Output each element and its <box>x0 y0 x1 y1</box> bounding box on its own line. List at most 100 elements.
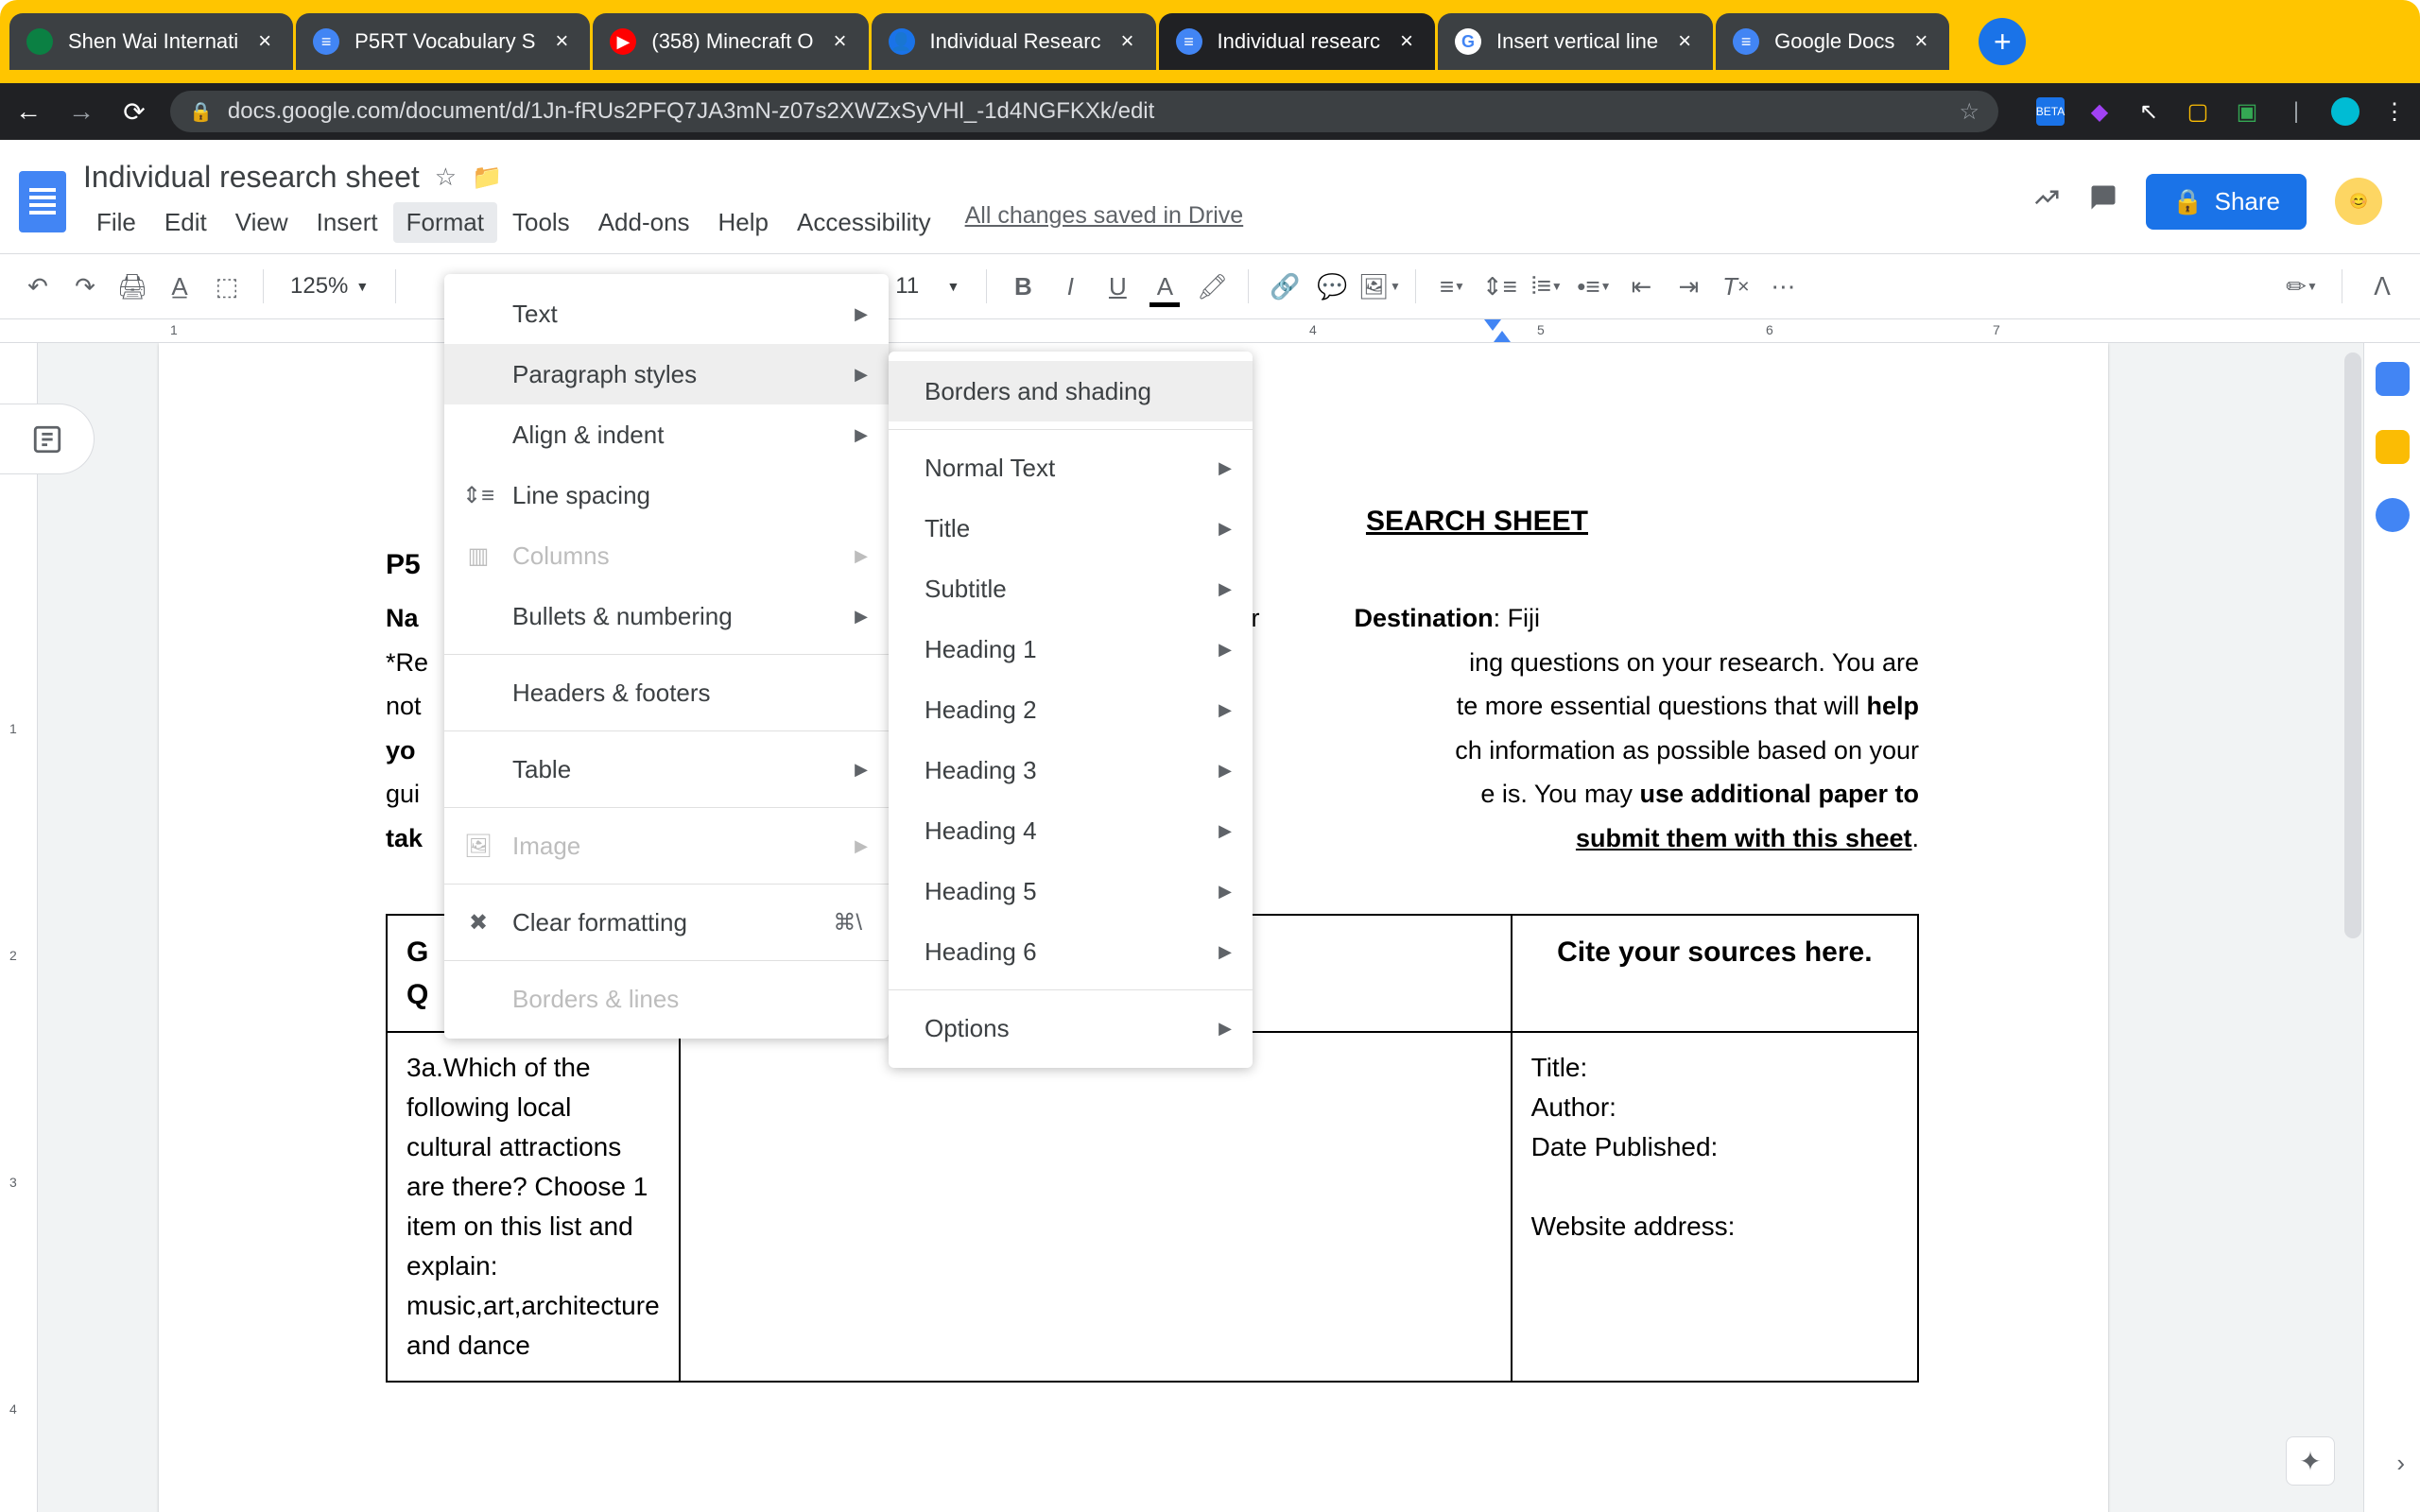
style-subtitle[interactable]: Subtitle▶ <box>889 558 1253 619</box>
profile-avatar[interactable] <box>2331 97 2360 126</box>
indent-increase-button[interactable]: ⇥ <box>1669 267 1707 305</box>
indent-marker-first[interactable] <box>1484 319 1501 331</box>
format-align-indent[interactable]: Align & indent▶ <box>444 404 889 465</box>
activity-icon[interactable] <box>2032 183 2061 219</box>
paint-format-button[interactable]: ⬚ <box>208 267 246 305</box>
indent-decrease-button[interactable]: ⇤ <box>1622 267 1660 305</box>
explore-button[interactable]: ✦ <box>2286 1436 2335 1486</box>
bold-button[interactable]: B <box>1004 267 1042 305</box>
close-icon[interactable]: × <box>1910 30 1932 53</box>
style-heading-2[interactable]: Heading 2▶ <box>889 679 1253 740</box>
format-columns[interactable]: ▥Columns▶ <box>444 525 889 586</box>
collapse-button[interactable]: ᐱ <box>2363 267 2401 305</box>
outline-toggle[interactable] <box>0 404 95 474</box>
more-button[interactable]: ⋯ <box>1764 267 1802 305</box>
close-icon[interactable]: × <box>1116 30 1139 53</box>
style-title[interactable]: Title▶ <box>889 498 1253 558</box>
style-heading-5[interactable]: Heading 5▶ <box>889 861 1253 921</box>
close-icon[interactable]: × <box>1673 30 1696 53</box>
tab-insert-vertical[interactable]: G Insert vertical line × <box>1438 13 1713 70</box>
tab-individual-research[interactable]: 👤 Individual Researc × <box>872 13 1156 70</box>
document-title[interactable]: Individual research sheet <box>83 160 420 195</box>
menu-accessibility[interactable]: Accessibility <box>784 202 944 243</box>
keep-icon[interactable] <box>2376 430 2410 464</box>
calendar-icon[interactable] <box>2376 362 2410 396</box>
menu-insert[interactable]: Insert <box>303 202 391 243</box>
extension-icon-2[interactable]: ▢ <box>2184 97 2212 126</box>
menu-icon[interactable]: ⋮ <box>2380 97 2409 126</box>
comments-icon[interactable] <box>2089 183 2118 219</box>
tab-youtube[interactable]: ▶ (358) Minecraft O × <box>593 13 868 70</box>
tab-p5rt[interactable]: ≡ P5RT Vocabulary S × <box>296 13 590 70</box>
account-avatar[interactable]: 😊 <box>2335 178 2382 225</box>
save-status[interactable]: All changes saved in Drive <box>965 202 1244 243</box>
menu-format[interactable]: Format <box>393 202 497 243</box>
underline-button[interactable]: U <box>1098 267 1136 305</box>
extension-icon-1[interactable]: ◆ <box>2085 97 2114 126</box>
extension-icon-3[interactable]: ▣ <box>2233 97 2261 126</box>
menu-tools[interactable]: Tools <box>499 202 583 243</box>
spellcheck-button[interactable]: A̲ <box>161 267 199 305</box>
tab-individual-research-doc[interactable]: ≡ Individual researc × <box>1159 13 1435 70</box>
style-heading-6[interactable]: Heading 6▶ <box>889 921 1253 982</box>
format-clear-formatting[interactable]: ✖Clear formatting⌘\ <box>444 892 889 953</box>
share-button[interactable]: 🔒 Share <box>2146 174 2307 230</box>
italic-button[interactable]: I <box>1051 267 1089 305</box>
close-icon[interactable]: × <box>1395 30 1418 53</box>
bulleted-list-button[interactable]: •≡ ▼ <box>1575 267 1613 305</box>
indent-marker-left[interactable] <box>1494 331 1511 342</box>
url-field[interactable]: 🔒 docs.google.com/document/d/1Jn-fRUs2PF… <box>170 91 1998 132</box>
format-line-spacing[interactable]: ⇕≡Line spacing <box>444 465 889 525</box>
format-headers-footers[interactable]: Headers & footers <box>444 662 889 723</box>
vertical-scrollbar[interactable] <box>2344 352 2361 938</box>
style-heading-4[interactable]: Heading 4▶ <box>889 800 1253 861</box>
image-button[interactable]: 🖼 ▼ <box>1360 267 1398 305</box>
new-tab-button[interactable]: + <box>1979 18 2026 65</box>
back-button[interactable]: ← <box>11 94 45 129</box>
comment-button[interactable]: 💬 <box>1313 267 1351 305</box>
star-icon[interactable]: ☆ <box>1959 98 1979 126</box>
print-button[interactable]: 🖨 <box>113 267 151 305</box>
horizontal-ruler[interactable]: 1 4 5 6 7 <box>0 319 2420 343</box>
menu-view[interactable]: View <box>222 202 302 243</box>
highlight-button[interactable]: 🖍 <box>1193 267 1231 305</box>
style-heading-1[interactable]: Heading 1▶ <box>889 619 1253 679</box>
cursor-icon[interactable]: ↖ <box>2135 97 2163 126</box>
zoom-select[interactable]: 125% ▼ <box>281 273 378 300</box>
tab-google-docs[interactable]: ≡ Google Docs × <box>1716 13 1949 70</box>
tab-shen-wai[interactable]: Shen Wai Internati × <box>9 13 293 70</box>
menu-file[interactable]: File <box>83 202 149 243</box>
format-table[interactable]: Table▶ <box>444 739 889 799</box>
link-button[interactable]: 🔗 <box>1266 267 1304 305</box>
numbered-list-button[interactable]: ⦙≡ ▼ <box>1528 267 1565 305</box>
menu-addons[interactable]: Add-ons <box>585 202 703 243</box>
line-spacing-button[interactable]: ⇕≡ <box>1480 267 1518 305</box>
style-heading-3[interactable]: Heading 3▶ <box>889 740 1253 800</box>
undo-button[interactable]: ↶ <box>19 267 57 305</box>
vertical-ruler[interactable]: 1 2 3 4 <box>0 343 38 1512</box>
side-panel-toggle[interactable]: › <box>2396 1449 2405 1478</box>
menu-edit[interactable]: Edit <box>151 202 220 243</box>
folder-icon[interactable]: 📁 <box>472 163 502 192</box>
style-options[interactable]: Options▶ <box>889 998 1253 1058</box>
format-text[interactable]: Text▶ <box>444 284 889 344</box>
editing-mode-button[interactable]: ✏ ▼ <box>2283 267 2321 305</box>
close-icon[interactable]: × <box>829 30 852 53</box>
menu-help[interactable]: Help <box>705 202 782 243</box>
forward-button[interactable]: → <box>64 94 98 129</box>
clear-format-button[interactable]: T× <box>1717 267 1754 305</box>
format-bullets-numbering[interactable]: Bullets & numbering▶ <box>444 586 889 646</box>
style-normal-text[interactable]: Normal Text▶ <box>889 438 1253 498</box>
tasks-icon[interactable] <box>2376 498 2410 532</box>
font-size-select[interactable]: 11 ▼ <box>886 273 969 300</box>
reload-button[interactable]: ⟳ <box>117 94 151 129</box>
align-button[interactable]: ≡ ▼ <box>1433 267 1471 305</box>
format-paragraph-styles[interactable]: Paragraph styles▶ <box>444 344 889 404</box>
format-borders-lines[interactable]: Borders & lines <box>444 969 889 1029</box>
docs-home-button[interactable] <box>19 171 66 232</box>
close-icon[interactable]: × <box>253 30 276 53</box>
text-color-button[interactable]: A <box>1146 267 1184 305</box>
borders-shading[interactable]: Borders and shading <box>889 361 1253 421</box>
redo-button[interactable]: ↷ <box>66 267 104 305</box>
format-image[interactable]: 🖼Image▶ <box>444 816 889 876</box>
